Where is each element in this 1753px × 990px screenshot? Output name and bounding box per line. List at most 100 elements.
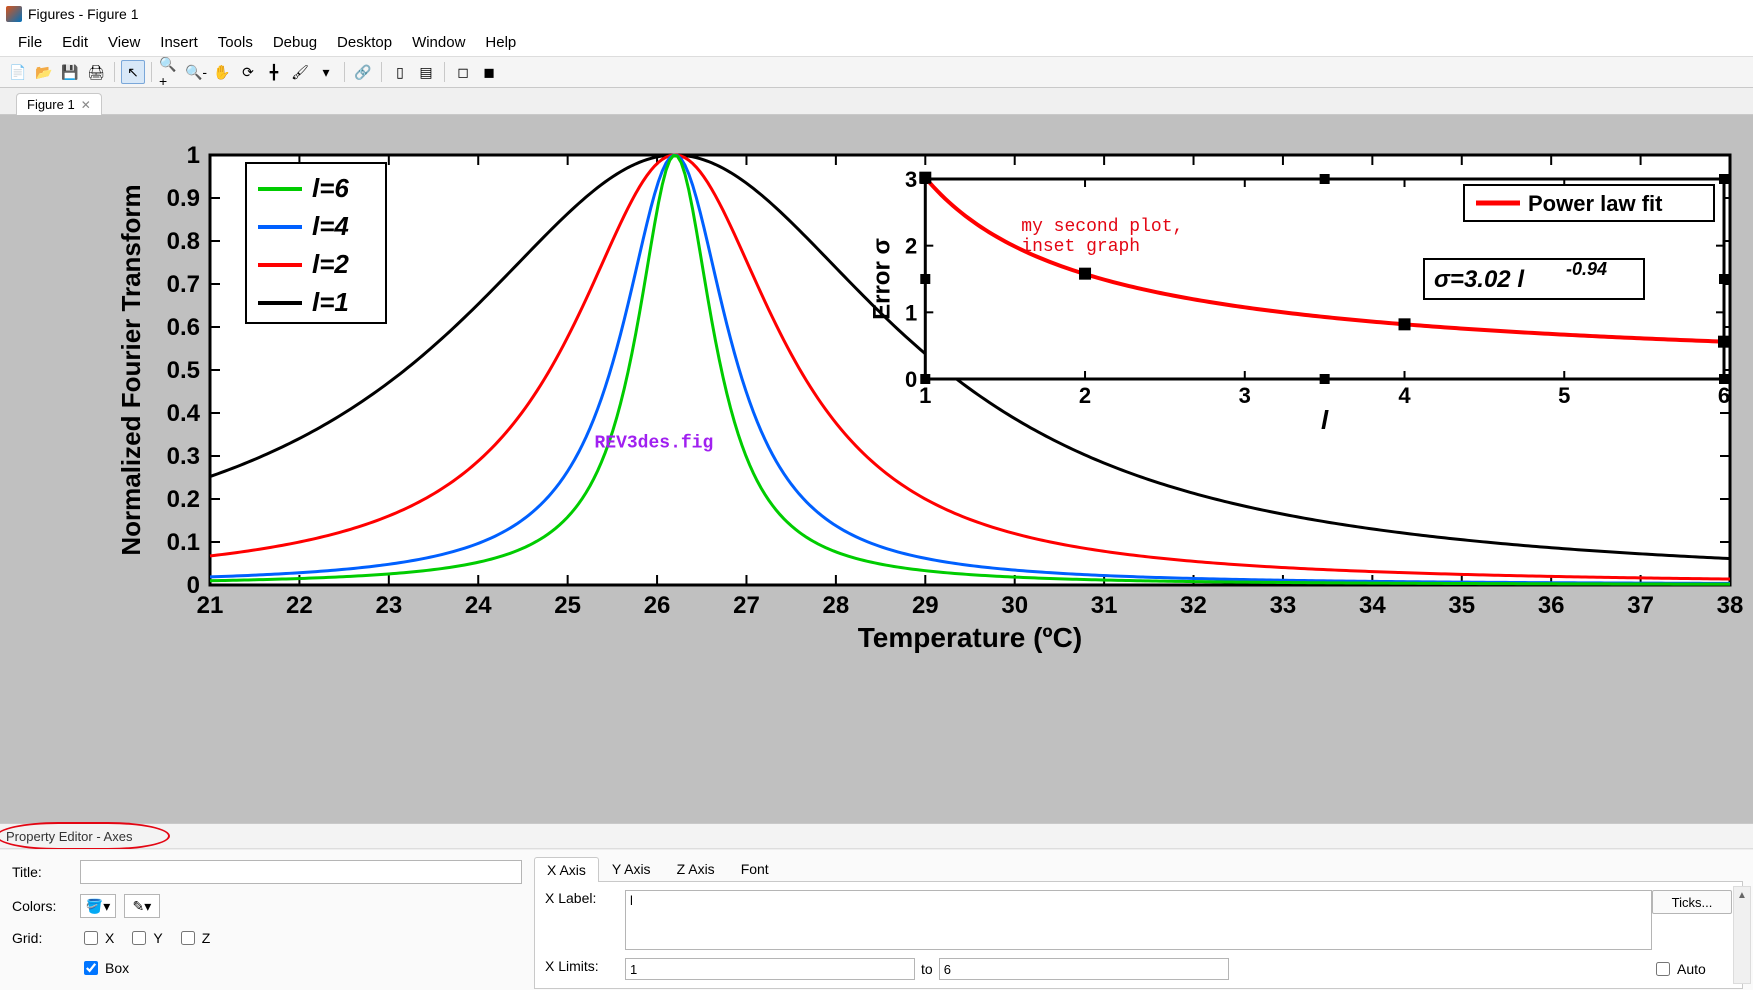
hide-tools-icon[interactable]: ◻ [451,60,475,84]
zoom-in-icon[interactable]: 🔍+ [158,60,182,84]
svg-text:38: 38 [1717,592,1744,619]
grid-z-checkbox[interactable] [181,931,195,945]
svg-text:2: 2 [905,234,917,259]
svg-text:36: 36 [1538,592,1565,619]
tab-x-axis[interactable]: X Axis [534,857,599,882]
menu-desktop[interactable]: Desktop [327,30,402,55]
title-label: Title: [12,864,72,880]
figure-tab-1[interactable]: Figure 1 ✕ [16,93,102,115]
menu-insert[interactable]: Insert [150,30,208,55]
svg-text:my second plot,: my second plot, [1021,217,1183,237]
grid-x-checkbox[interactable] [84,931,98,945]
svg-text:6: 6 [1718,383,1730,408]
svg-text:l=4: l=4 [312,211,349,241]
svg-text:27: 27 [733,592,760,619]
svg-text:0.6: 0.6 [167,314,200,341]
axis-tab-strip: X Axis Y Axis Z Axis Font [534,856,1743,882]
svg-text:0.9: 0.9 [167,185,200,212]
save-icon[interactable]: 💾 [58,60,82,84]
colors-label: Colors: [12,898,72,914]
menu-edit[interactable]: Edit [52,30,98,55]
svg-text:0: 0 [187,572,200,599]
zoom-out-icon[interactable]: 🔍- [184,60,208,84]
svg-text:l=6: l=6 [312,173,349,203]
svg-text:0.1: 0.1 [167,529,200,556]
grid-x-option[interactable]: X [80,928,114,948]
xlabel-label: X Label: [545,890,615,950]
xlimits-from-input[interactable] [625,958,915,980]
toolbar-separator [381,62,382,82]
close-tab-icon[interactable]: ✕ [81,98,91,112]
edit-plot-icon[interactable]: ↖ [121,60,145,84]
figure-toolbar: 📄📂💾🖨 ↖ 🔍+🔍-✋⟳╋🖌▾ 🔗 ▯▤ ◻◼ [0,57,1753,88]
svg-text:0.7: 0.7 [167,271,200,298]
new-figure-icon[interactable]: 📄 [6,60,30,84]
menu-debug[interactable]: Debug [263,30,327,55]
brush-dropdown-icon[interactable]: ▾ [314,60,338,84]
link-axes-icon[interactable]: 🔗 [351,60,375,84]
figure-svg[interactable]: 21222324252627282930313233343536373800.1… [0,115,1753,735]
ticks-button[interactable]: Ticks... [1652,890,1732,914]
menu-tools[interactable]: Tools [208,30,263,55]
open-icon[interactable]: 📂 [32,60,56,84]
rotate3d-icon[interactable]: ⟳ [236,60,260,84]
toolbar-separator [114,62,115,82]
svg-text:4: 4 [1398,383,1411,408]
toolbar-separator [444,62,445,82]
box-option[interactable]: Box [80,958,129,978]
title-input[interactable] [80,860,522,884]
xlimits-to-label: to [921,961,933,977]
tab-font[interactable]: Font [728,856,782,881]
svg-text:0: 0 [905,367,917,392]
svg-text:34: 34 [1359,592,1386,619]
svg-text:31: 31 [1091,592,1118,619]
menu-window[interactable]: Window [402,30,475,55]
toolbar-separator [344,62,345,82]
svg-text:1: 1 [905,300,917,325]
svg-text:26: 26 [644,592,671,619]
xlimits-label: X Limits: [545,958,615,980]
svg-text:33: 33 [1270,592,1297,619]
app-logo-icon [6,6,22,22]
property-editor-header: Property Editor - Axes [0,823,1753,849]
menu-help[interactable]: Help [475,30,526,55]
svg-text:REV3des.fig: REV3des.fig [594,433,713,453]
grid-z-option[interactable]: Z [177,928,211,948]
svg-text:Error σ: Error σ [868,238,895,320]
tab-y-axis[interactable]: Y Axis [599,856,664,881]
grid-label: Grid: [12,930,72,946]
svg-text:0.8: 0.8 [167,228,200,255]
figure-tab-1-label: Figure 1 [27,97,75,112]
property-editor-scrollbar[interactable]: ▲ [1733,886,1751,984]
svg-text:3: 3 [1239,383,1251,408]
grid-y-checkbox[interactable] [132,931,146,945]
pan-icon[interactable]: ✋ [210,60,234,84]
insert-legend-icon[interactable]: ▤ [414,60,438,84]
insert-colorbar-icon[interactable]: ▯ [388,60,412,84]
svg-text:0.3: 0.3 [167,443,200,470]
grid-y-option[interactable]: Y [128,928,162,948]
axis-tab-body: X Label: Ticks... X Limits: to Auto [534,882,1743,989]
svg-text:35: 35 [1448,592,1475,619]
face-color-button[interactable]: 🪣▾ [80,894,116,918]
xlimits-to-input[interactable] [939,958,1229,980]
svg-text:l=1: l=1 [312,287,349,317]
menu-view[interactable]: View [98,30,150,55]
menu-file[interactable]: File [8,30,52,55]
svg-text:24: 24 [465,592,492,619]
svg-text:23: 23 [375,592,402,619]
show-tools-icon[interactable]: ◼ [477,60,501,84]
edge-color-button[interactable]: ✎▾ [124,894,160,918]
tab-z-axis[interactable]: Z Axis [664,856,728,881]
box-checkbox[interactable] [84,961,98,975]
data-cursor-icon[interactable]: ╋ [262,60,286,84]
auto-option[interactable]: Auto [1652,958,1732,980]
xlabel-input[interactable] [625,890,1652,950]
brush-icon[interactable]: 🖌 [288,60,312,84]
toolbar-separator [151,62,152,82]
scroll-up-icon[interactable]: ▲ [1734,887,1750,903]
auto-checkbox[interactable] [1656,962,1670,976]
svg-text:0.5: 0.5 [167,357,200,384]
print-icon[interactable]: 🖨 [84,60,108,84]
property-editor-right-panel: X Axis Y Axis Z Axis Font X Label: Ticks… [524,850,1753,990]
